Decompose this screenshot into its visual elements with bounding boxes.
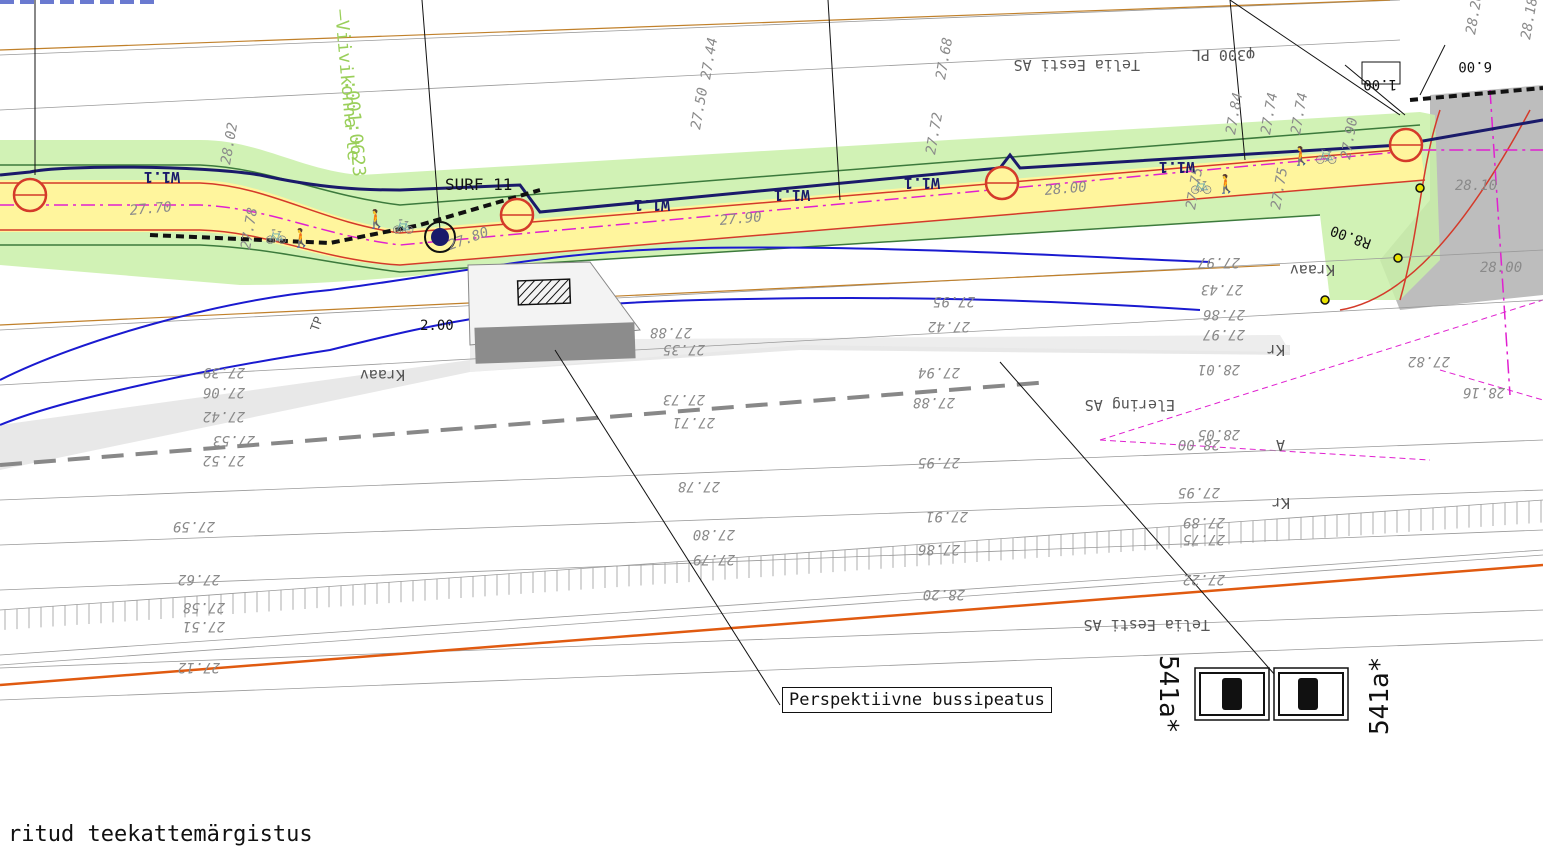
pedestrian-icon: 🚶 (1215, 173, 1237, 195)
telia-label: Telia Eesti AS (1084, 616, 1210, 634)
marking-w11: W1.1 (774, 186, 810, 204)
elevation-label: 28.10 (1455, 178, 1497, 194)
elevation-label: 27.86 (1203, 306, 1245, 322)
area-letter: A (1276, 436, 1285, 454)
elevation-label: 28.18 (1518, 0, 1541, 41)
sign-code-right: 541a* (1365, 657, 1395, 735)
elevation-label: 27.79 (693, 551, 735, 567)
elevation-label: 27.68 (933, 36, 956, 80)
bus-shelter-hatch (516, 278, 572, 306)
elevation-label: 27.58 (183, 599, 225, 615)
surf-label: SURF 11 (445, 175, 512, 194)
bicycle-icon: 🚲 (1315, 144, 1337, 165)
elevation-label: 28.20 (923, 586, 965, 602)
elevation-label: 27.75 (1183, 531, 1225, 547)
elevation-label: 27.88 (913, 394, 955, 410)
elevation-label: 27.52 (203, 452, 245, 468)
elevation-label: 27.94 (918, 364, 960, 380)
pedestrian-icon: 🚶 (1290, 145, 1312, 167)
elevation-label: 27.97 (1202, 326, 1245, 342)
elevation-label: 27.42 (203, 408, 245, 424)
elering-label: Elering AS (1085, 396, 1175, 414)
elevation-label: 27.50 (688, 86, 711, 130)
orange-red-line (0, 563, 1543, 687)
elevation-label: 27.95 (918, 454, 960, 470)
telia-label: Telia Eesti AS (1014, 56, 1140, 74)
legend-text: ritud teekattemärgistus (8, 822, 313, 847)
elevation-label: 27.42 (928, 318, 970, 334)
bus-icon (1222, 678, 1242, 710)
tp-label: TP (308, 315, 326, 333)
kerb-ticks (4, 500, 1542, 630)
ditch-label: Kraav (360, 366, 405, 384)
marking-w11: W1.1 (634, 196, 670, 214)
dim-2-00: 2.00 (420, 318, 454, 334)
dim-1-00: 1.00 (1363, 76, 1397, 92)
elevation-label: 27.73 (663, 391, 705, 407)
elevation-label: 28.01 (1198, 361, 1240, 377)
elevation-label: 28.00 (1178, 436, 1220, 452)
elevation-label: 27.06 (203, 384, 245, 400)
elevation-label: 27.53 (213, 432, 255, 448)
elevation-label: 27.95 (1178, 484, 1220, 500)
elevation-label: 27.35 (663, 341, 705, 357)
elevation-label: 27.78 (678, 478, 720, 494)
marking-w11: W1.1 (904, 174, 940, 192)
bus-stop-callout: Perspektiivne bussipeatus (782, 687, 1052, 713)
elevation-label: 27.51 (183, 618, 225, 634)
elevation-label: 27.62 (178, 571, 220, 587)
elevation-label: 27.82 (1408, 353, 1450, 369)
elevation-label: 27.22 (1183, 571, 1225, 587)
pipe-label: φ300 PL (1192, 46, 1255, 64)
elevation-label: 27.12 (178, 659, 220, 675)
dim-6-00: 6.00 (1458, 58, 1492, 74)
magenta-boundaries (1099, 299, 1543, 461)
elevation-label: 27.86 (918, 541, 960, 557)
marking-w11: W1.1 (144, 168, 180, 186)
parcel-id-label: :001:0623 (340, 79, 369, 178)
elevation-label: 27.95 (933, 293, 975, 309)
elevation-label: 27.89 (1183, 514, 1225, 530)
pedestrian-icon: 🚶 (290, 227, 312, 249)
elevation-label: 28.26 (1463, 0, 1486, 36)
elevation-label: 27.91 (926, 508, 968, 524)
elevation-label: 27.39 (203, 364, 245, 380)
elevation-label: 27.71 (673, 414, 715, 430)
elevation-label: 27.88 (650, 324, 692, 340)
bus-stop-signs: 541a* 541a* (1153, 655, 1395, 735)
bicycle-icon: 🚲 (265, 224, 287, 245)
kr-label: Kr (1267, 341, 1285, 359)
pedestrian-icon: 🚶 (365, 208, 387, 230)
road-plan-drawing: 🚲 🚶 🚶 🚲 🚲 🚶 🚶 🚲 W1.1 W1.1 W1.1 W1.1 W1.1… (0, 0, 1543, 735)
sign-code-left: 541a* (1153, 655, 1183, 733)
bus-stop (467, 261, 641, 364)
bus-icon (1298, 678, 1318, 710)
ditch-label: Kraav (1290, 261, 1335, 279)
elevation-label: 28.16 (1463, 384, 1505, 400)
bicycle-icon: 🚲 (392, 214, 414, 235)
elevation-label: 27.80 (693, 526, 735, 542)
elevation-label: 27.97 (1197, 254, 1240, 270)
kr-label: Kr (1272, 494, 1290, 512)
elevation-label: 27.59 (173, 518, 215, 534)
elevation-label: 27.43 (1201, 281, 1243, 297)
elevation-label: 28.00 (1480, 260, 1522, 276)
